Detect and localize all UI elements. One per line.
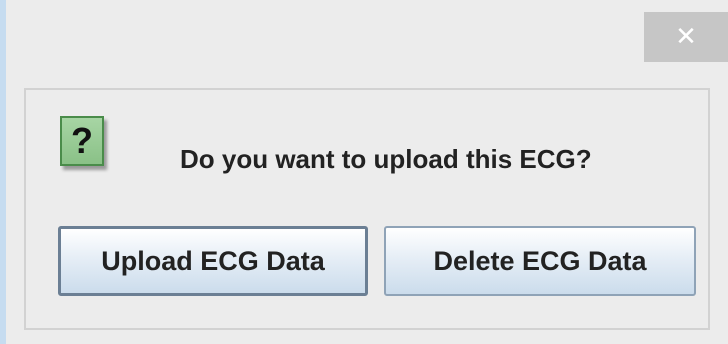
title-bar: ✕ bbox=[6, 0, 728, 72]
confirm-dialog: ✕ ? Do you want to upload this ECG? Uplo… bbox=[6, 0, 728, 344]
upload-ecg-button-label: Upload ECG Data bbox=[101, 245, 325, 276]
upload-ecg-button[interactable]: Upload ECG Data bbox=[58, 226, 368, 296]
question-mark-icon: ? bbox=[60, 116, 104, 166]
dialog-content: ? Do you want to upload this ECG? Upload… bbox=[24, 88, 710, 330]
delete-ecg-button[interactable]: Delete ECG Data bbox=[384, 226, 696, 296]
close-button[interactable]: ✕ bbox=[644, 12, 728, 62]
question-glyph: ? bbox=[71, 120, 93, 161]
delete-ecg-button-label: Delete ECG Data bbox=[433, 245, 647, 276]
dialog-message: Do you want to upload this ECG? bbox=[180, 144, 592, 174]
close-icon: ✕ bbox=[675, 22, 697, 52]
